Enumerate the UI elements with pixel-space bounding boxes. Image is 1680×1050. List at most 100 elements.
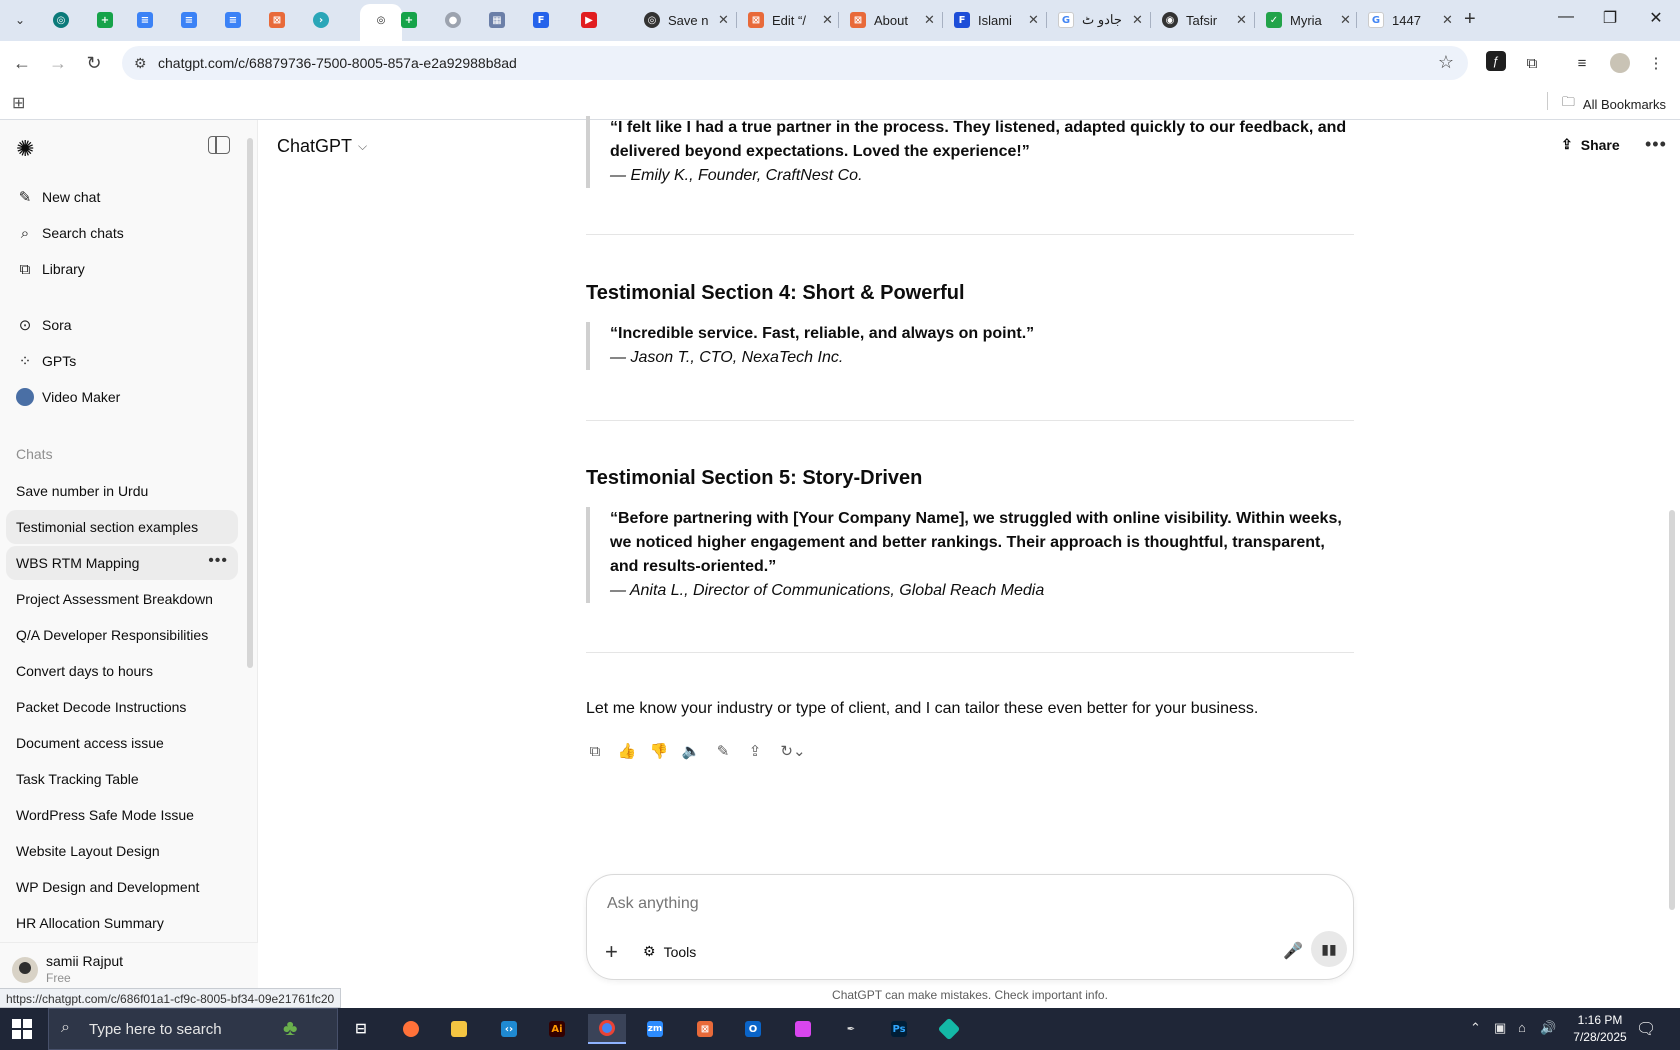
profile-avatar[interactable] <box>1610 53 1630 73</box>
zoom-icon[interactable]: zm <box>636 1014 674 1044</box>
pinned-tab-docs-3[interactable]: ≡ <box>222 9 244 31</box>
pen-tool-icon[interactable]: ✒ <box>832 1014 870 1044</box>
edit-canvas-icon[interactable]: ✎ <box>714 742 732 760</box>
chat-item[interactable]: WBS RTM Mapping ••• <box>6 546 238 580</box>
new-tab-button[interactable]: + <box>1464 8 1476 31</box>
apps-grid-icon[interactable]: ⊞ <box>12 93 25 113</box>
sidebar-item-search-chats[interactable]: ⌕ Search chats <box>6 216 238 250</box>
chat-item-active[interactable]: Testimonial section examples <box>6 510 238 544</box>
close-icon[interactable]: ✕ <box>822 12 833 28</box>
model-selector[interactable]: ChatGPT ⌵ <box>277 136 367 157</box>
chat-item[interactable]: WordPress Safe Mode Issue <box>6 798 238 832</box>
bookmark-star-icon[interactable]: ☆ <box>1438 52 1454 73</box>
pinned-tab-grid[interactable]: ▦ <box>486 9 508 31</box>
share-icon[interactable]: ⇪ <box>746 742 764 760</box>
browser-menu-icon[interactable]: ⋮ <box>1646 53 1666 73</box>
tab-item[interactable]: ✓ Myria ✕ <box>1258 6 1351 34</box>
sidebar-item-new-chat[interactable]: ✎ New chat <box>6 180 238 214</box>
pinned-tab-docs[interactable]: ≡ <box>134 9 156 31</box>
chat-item[interactable]: Website Layout Design <box>6 834 238 868</box>
colorful-app-icon[interactable] <box>784 1014 822 1044</box>
back-button[interactable]: ← <box>10 51 34 75</box>
notification-icon[interactable]: 🗨 <box>1636 1019 1656 1039</box>
pinned-tab-forms[interactable]: F <box>530 9 552 31</box>
more-options-icon[interactable]: ••• <box>208 552 228 570</box>
bracket-app-icon[interactable]: ⊠ <box>686 1014 724 1044</box>
site-info-icon[interactable]: ⚙ <box>134 55 147 72</box>
pinned-tab-bracket[interactable]: ⊠ <box>266 9 288 31</box>
add-attachment-icon[interactable]: + <box>605 939 618 965</box>
pinned-tab-arrow[interactable]: › <box>310 9 332 31</box>
pinned-tab-sheets[interactable]: + <box>94 9 116 31</box>
url-text[interactable]: chatgpt.com/c/68879736-7500-8005-857a-e2… <box>158 55 517 71</box>
close-icon[interactable]: ✕ <box>1132 12 1143 28</box>
microphone-icon[interactable]: 🎤 <box>1283 941 1303 961</box>
volume-icon[interactable]: 🔊 <box>1540 1020 1556 1036</box>
tray-chevron-up-icon[interactable]: ⌃ <box>1470 1020 1481 1036</box>
prompt-input[interactable] <box>607 895 1307 913</box>
chat-item[interactable]: Save number in Urdu <box>6 474 238 508</box>
chat-item[interactable]: Project Assessment Breakdown <box>6 582 238 616</box>
sidebar-item-library[interactable]: ⧉ Library <box>6 252 238 286</box>
close-window-button[interactable]: ✕ <box>1636 8 1676 28</box>
chat-item[interactable]: Task Tracking Table <box>6 762 238 796</box>
pinned-tab-globe[interactable]: ● <box>442 9 464 31</box>
forward-button[interactable]: → <box>46 51 70 75</box>
read-aloud-icon[interactable]: 🔈 <box>682 742 701 760</box>
all-bookmarks-button[interactable]: 🗀 All Bookmarks <box>1562 93 1666 115</box>
close-icon[interactable]: ✕ <box>1028 12 1039 28</box>
close-icon[interactable]: ✕ <box>1340 12 1351 28</box>
more-options-icon[interactable]: ••• <box>1645 134 1667 155</box>
minimize-button[interactable]: — <box>1546 8 1586 26</box>
firefox-icon[interactable] <box>392 1014 430 1044</box>
main-scrollbar[interactable] <box>1669 510 1675 910</box>
chat-item[interactable]: Packet Decode Instructions <box>6 690 238 724</box>
taskbar-search[interactable]: ⌕ Type here to search ♣ <box>48 1008 338 1050</box>
vscode-icon[interactable]: ‹› <box>490 1014 528 1044</box>
tab-item[interactable]: ◉ Tafsir ✕ <box>1154 6 1247 34</box>
pinned-tab-sheets-2[interactable]: + <box>398 9 420 31</box>
tab-item[interactable]: ⊠ About ✕ <box>842 6 935 34</box>
outlook-icon[interactable]: O <box>734 1014 772 1044</box>
openai-logo-icon[interactable]: ✺ <box>16 136 34 162</box>
pinned-tab-openai[interactable]: ◎ <box>50 9 72 31</box>
tab-item[interactable]: ◎ Save n ✕ <box>636 6 729 34</box>
chat-item[interactable]: Q/A Developer Responsibilities <box>6 618 238 652</box>
pinned-tab-youtube[interactable]: ▶ <box>578 9 600 31</box>
sidebar-item-gpts[interactable]: ⁘ GPTs <box>6 344 238 378</box>
tab-item[interactable]: G 1447 ✕ <box>1360 6 1453 34</box>
copy-icon[interactable]: ⧉ <box>586 742 604 760</box>
chat-item[interactable]: Convert days to hours <box>6 654 238 688</box>
tab-search-button[interactable]: ⌄ <box>8 8 32 32</box>
tray-device-icon[interactable]: ▣ <box>1494 1020 1506 1036</box>
extensions-puzzle-icon[interactable]: ⧉ <box>1522 53 1542 73</box>
taskbar-clock[interactable]: 1:16 PM 7/28/2025 <box>1560 1012 1640 1046</box>
sidebar-item-sora[interactable]: ⊙ Sora <box>6 308 238 342</box>
pinned-tab-docs-2[interactable]: ≡ <box>178 9 200 31</box>
tab-item[interactable]: ⊠ Edit “/ ✕ <box>740 6 833 34</box>
thumbs-down-icon[interactable]: 👎 <box>650 742 669 760</box>
active-tab-openai[interactable]: ◎ <box>370 9 392 31</box>
windows-start-icon[interactable] <box>12 1019 32 1039</box>
sidebar-item-video-maker[interactable]: Video Maker <box>6 380 238 414</box>
sidebar-toggle-icon[interactable] <box>208 136 230 154</box>
address-bar[interactable]: ⚙ chatgpt.com/c/68879736-7500-8005-857a-… <box>122 46 1468 80</box>
file-explorer-icon[interactable] <box>440 1014 478 1044</box>
voice-mode-button[interactable]: ▮▮ <box>1311 931 1347 967</box>
close-icon[interactable]: ✕ <box>1442 12 1453 28</box>
media-controls-icon[interactable]: ≡ <box>1572 53 1592 73</box>
close-icon[interactable]: ✕ <box>1236 12 1247 28</box>
chat-item[interactable]: WP Design and Development <box>6 870 238 904</box>
chrome-icon[interactable] <box>588 1014 626 1044</box>
illustrator-icon[interactable]: Ai <box>538 1014 576 1044</box>
task-view-icon[interactable]: ⊟ <box>342 1014 380 1044</box>
chat-item[interactable]: Document access issue <box>6 726 238 760</box>
close-icon[interactable]: ✕ <box>924 12 935 28</box>
chat-item[interactable]: HR Allocation Summary <box>6 906 238 940</box>
restore-button[interactable]: ❐ <box>1590 8 1630 28</box>
reload-button[interactable]: ↻ <box>82 51 106 75</box>
extension-fx-icon[interactable]: ƒ <box>1486 51 1506 71</box>
share-button[interactable]: ⇪ Share <box>1561 136 1620 153</box>
sidebar-scrollbar[interactable] <box>247 138 253 668</box>
photoshop-icon[interactable]: Ps <box>880 1014 918 1044</box>
